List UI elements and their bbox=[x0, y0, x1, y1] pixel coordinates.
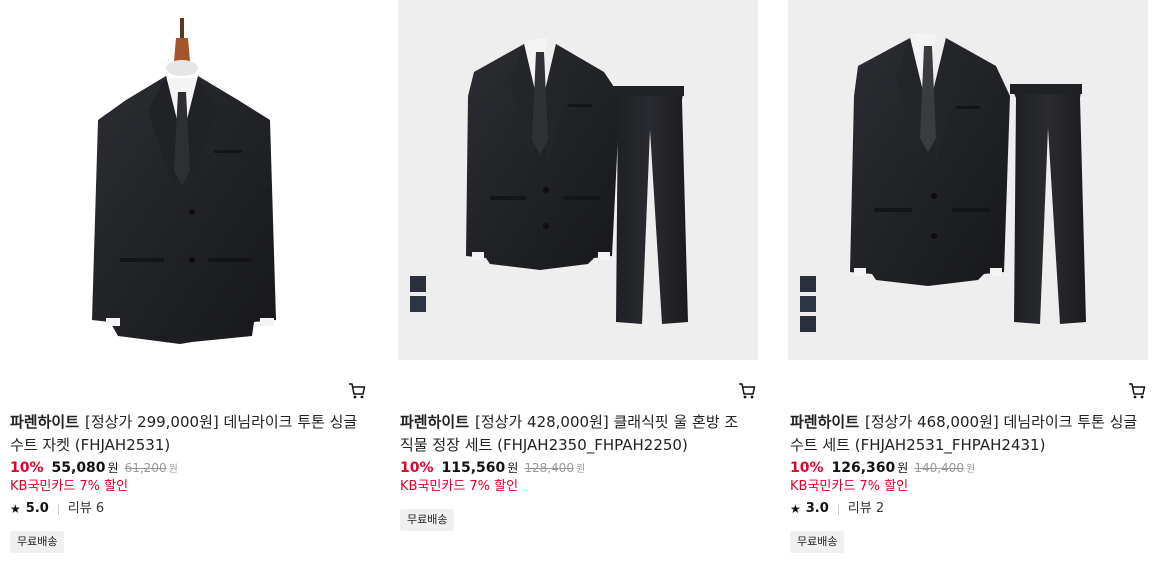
color-swatches bbox=[410, 276, 426, 312]
original-currency: 원 bbox=[965, 464, 976, 475]
free-shipping-badge: 무료배송 bbox=[400, 509, 455, 531]
free-shipping-badge: 무료배송 bbox=[790, 531, 845, 553]
review-count: 리뷰 2 bbox=[847, 501, 885, 516]
product-title[interactable]: 파렌하이트 [정상가 299,000원] 데님라이크 투톤 싱글 수트 자켓 (F… bbox=[10, 411, 360, 457]
color-swatch[interactable] bbox=[800, 316, 816, 332]
discount-rate: 10% bbox=[10, 460, 44, 476]
product-image[interactable] bbox=[398, 0, 758, 360]
product-card[interactable]: 파렌하이트 [정상가 428,000원] 클래식핏 울 혼방 조직물 정장 세트 … bbox=[398, 0, 760, 567]
rating-score: 3.0 bbox=[805, 501, 829, 516]
rating-row: ★ 3.0 리뷰 2 bbox=[790, 501, 884, 517]
product-image[interactable] bbox=[8, 0, 368, 360]
star-icon: ★ bbox=[10, 502, 21, 516]
price-row: 10% 55,080 원 61,200 원 bbox=[10, 459, 178, 479]
color-swatch[interactable] bbox=[410, 276, 426, 292]
original-price: 140,400 bbox=[914, 461, 964, 475]
original-price: 61,200 bbox=[124, 461, 167, 475]
product-title[interactable]: 파렌하이트 [정상가 428,000원] 클래식핏 울 혼방 조직물 정장 세트 … bbox=[400, 411, 750, 457]
color-swatch[interactable] bbox=[800, 296, 816, 312]
sale-price: 115,560 bbox=[441, 460, 506, 476]
rating-score: 5.0 bbox=[25, 501, 49, 516]
color-swatches bbox=[800, 276, 816, 332]
currency: 원 bbox=[897, 461, 909, 475]
original-currency: 원 bbox=[168, 464, 178, 475]
product-title[interactable]: 파렌하이트 [정상가 468,000원] 데님라이크 투톤 싱글 수트 세트 (F… bbox=[790, 411, 1140, 457]
cart-icon bbox=[1129, 383, 1146, 399]
original-currency: 원 bbox=[575, 464, 586, 475]
original-price: 128,400 bbox=[524, 461, 574, 475]
color-swatch[interactable] bbox=[410, 296, 426, 312]
price-row: 10% 126,360 원 140,400 원 bbox=[790, 459, 975, 479]
sale-price: 55,080 bbox=[51, 460, 106, 476]
card-discount: KB국민카드 7% 할인 bbox=[790, 479, 909, 494]
color-swatch[interactable] bbox=[800, 276, 816, 292]
suit-set-image bbox=[850, 32, 1086, 324]
price-row: 10% 115,560 원 128,400 원 bbox=[400, 459, 585, 479]
cart-icon bbox=[349, 383, 366, 399]
add-to-cart-button[interactable] bbox=[348, 382, 366, 400]
currency: 원 bbox=[107, 461, 119, 475]
product-image[interactable] bbox=[788, 0, 1148, 360]
discount-rate: 10% bbox=[790, 460, 824, 476]
cart-icon bbox=[739, 383, 756, 399]
review-count: 리뷰 6 bbox=[67, 501, 105, 516]
jacket-image bbox=[92, 18, 276, 344]
currency: 원 bbox=[507, 461, 519, 475]
brand-name: 파렌하이트 bbox=[10, 413, 80, 431]
rating-row: ★ 5.0 리뷰 6 bbox=[10, 501, 104, 517]
add-to-cart-button[interactable] bbox=[738, 382, 756, 400]
card-discount: KB국민카드 7% 할인 bbox=[400, 479, 519, 494]
discount-rate: 10% bbox=[400, 460, 434, 476]
divider bbox=[837, 503, 839, 515]
divider bbox=[57, 503, 59, 515]
product-card[interactable]: 파렌하이트 [정상가 468,000원] 데님라이크 투톤 싱글 수트 세트 (F… bbox=[788, 0, 1150, 567]
free-shipping-badge: 무료배송 bbox=[10, 531, 65, 553]
add-to-cart-button[interactable] bbox=[1128, 382, 1146, 400]
suit-set-image bbox=[466, 38, 688, 324]
card-discount: KB국민카드 7% 할인 bbox=[10, 479, 129, 494]
product-card[interactable]: 파렌하이트 [정상가 299,000원] 데님라이크 투톤 싱글 수트 자켓 (F… bbox=[8, 0, 370, 567]
brand-name: 파렌하이트 bbox=[400, 413, 470, 431]
brand-name: 파렌하이트 bbox=[790, 413, 860, 431]
sale-price: 126,360 bbox=[831, 460, 896, 476]
star-icon: ★ bbox=[790, 502, 801, 516]
